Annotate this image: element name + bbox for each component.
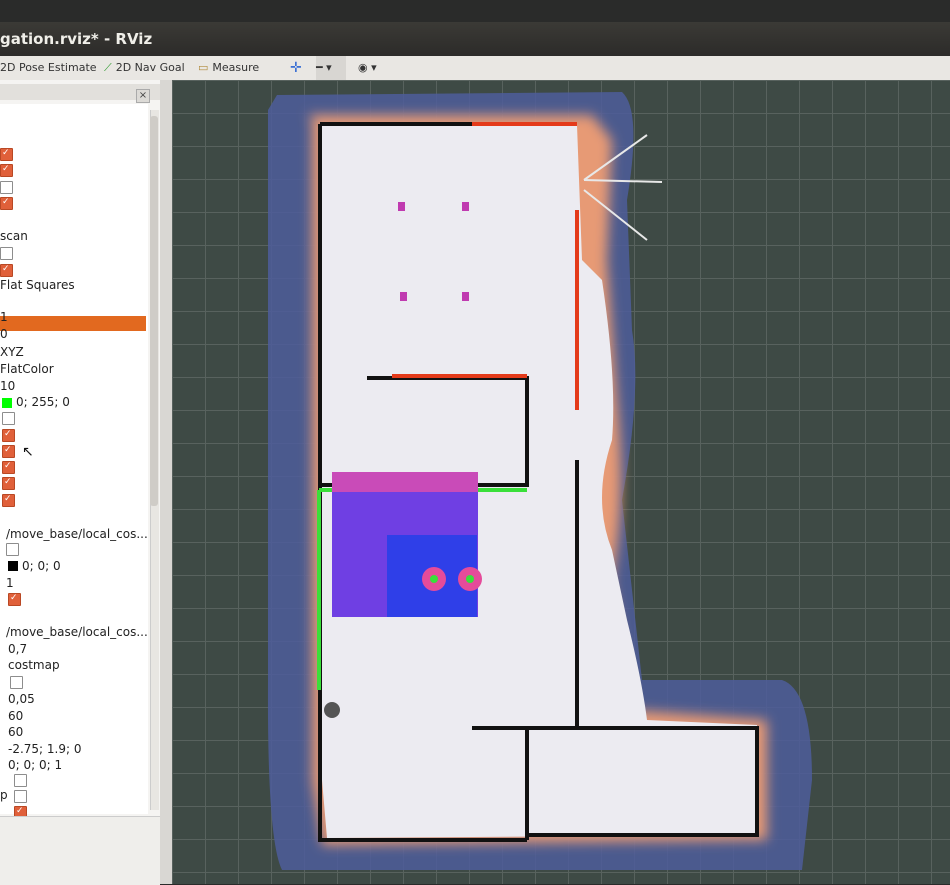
scan-label: scan xyxy=(0,229,28,243)
panel-splitter[interactable] xyxy=(160,80,172,884)
rviz-toolbar: 2D Pose Estimate ⟋ 2D Nav Goal ▭ Measure ✛… xyxy=(0,56,950,81)
window-titlebar: gation.rviz* - RViz xyxy=(0,22,950,56)
ruler-icon: ▭ xyxy=(198,61,209,74)
alpha-value[interactable]: 0,7 xyxy=(8,641,27,657)
checkbox[interactable] xyxy=(6,543,19,556)
window-title: gation.rviz* - RViz xyxy=(0,30,153,48)
orientation-value[interactable]: 0; 0; 0; 1 xyxy=(8,757,62,773)
size-value[interactable]: 0,1 xyxy=(0,292,19,308)
measure-label: Measure xyxy=(212,61,260,74)
checkbox[interactable] xyxy=(2,445,15,458)
close-icon[interactable]: × xyxy=(136,89,150,103)
alpha-value[interactable]: 1 xyxy=(6,575,14,591)
position-value[interactable]: -2.75; 1.9; 0 xyxy=(8,741,81,757)
selected-row[interactable] xyxy=(0,316,146,331)
topic-value[interactable]: /move_base/local_cos... xyxy=(6,526,148,542)
goal-marker xyxy=(466,575,474,583)
checkbox[interactable] xyxy=(2,494,15,507)
checkbox[interactable] xyxy=(8,593,21,606)
goal-marker xyxy=(430,575,438,583)
render-view[interactable] xyxy=(172,80,950,884)
decay-value[interactable]: 0 xyxy=(0,326,8,342)
topic-value[interactable]: /move_base/local_cos... xyxy=(6,624,148,640)
eye-icon[interactable]: ◉ ▾ xyxy=(358,56,377,80)
color-value[interactable]: 0; 0; 0 xyxy=(22,558,61,574)
camera-icon[interactable]: ━ ▾ xyxy=(316,56,346,80)
checkbox[interactable] xyxy=(14,774,27,787)
mouse-cursor-icon: ↖ xyxy=(22,444,34,460)
checkbox[interactable] xyxy=(2,429,15,442)
position-transformer-value[interactable]: XYZ xyxy=(0,344,24,360)
style-value[interactable]: Flat Squares xyxy=(0,277,75,293)
nav-goal-tool[interactable]: ⟋ 2D Nav Goal xyxy=(104,56,185,80)
scrollbar-thumb[interactable] xyxy=(150,116,158,506)
checkbox[interactable] xyxy=(0,264,13,277)
height-value[interactable]: 60 xyxy=(8,724,23,740)
robot-icon xyxy=(324,702,340,718)
checkbox[interactable] xyxy=(2,461,15,474)
occupancy-map xyxy=(267,92,812,870)
pose-estimate-tool[interactable]: 2D Pose Estimate xyxy=(0,56,97,80)
nav-goal-label: 2D Nav Goal xyxy=(115,61,185,74)
pose-estimate-label: 2D Pose Estimate xyxy=(0,61,97,74)
checkbox[interactable] xyxy=(2,412,15,425)
checkbox[interactable] xyxy=(0,148,13,161)
description-area xyxy=(0,816,160,885)
checkbox[interactable] xyxy=(10,676,23,689)
arrow-icon: ⟋ xyxy=(104,61,112,74)
color-transformer-value[interactable]: FlatColor xyxy=(0,361,54,377)
flat-color-value[interactable]: 0; 255; 0 xyxy=(16,394,70,410)
displays-panel: × scan Flat Squares 0,1 1 0 XYZ FlatColo… xyxy=(0,80,161,885)
queue-value[interactable]: 10 xyxy=(0,378,15,394)
checkbox[interactable] xyxy=(14,790,27,803)
color-scheme-value[interactable]: costmap xyxy=(8,657,60,673)
color-swatch xyxy=(8,561,18,571)
resolution-value[interactable]: 0,05 xyxy=(8,691,35,707)
checkbox[interactable] xyxy=(0,164,13,177)
property-label: p xyxy=(0,788,8,802)
color-swatch xyxy=(2,398,12,408)
alpha-value[interactable]: 1 xyxy=(0,309,8,325)
local-costmap-top xyxy=(332,472,478,492)
checkbox[interactable] xyxy=(2,477,15,490)
measure-tool[interactable]: ▭ Measure xyxy=(198,56,259,80)
width-value[interactable]: 60 xyxy=(8,708,23,724)
crosshair-icon[interactable]: ✛ xyxy=(290,56,302,80)
checkbox[interactable] xyxy=(0,197,13,210)
checkbox[interactable] xyxy=(0,247,13,260)
checkbox[interactable] xyxy=(0,181,13,194)
